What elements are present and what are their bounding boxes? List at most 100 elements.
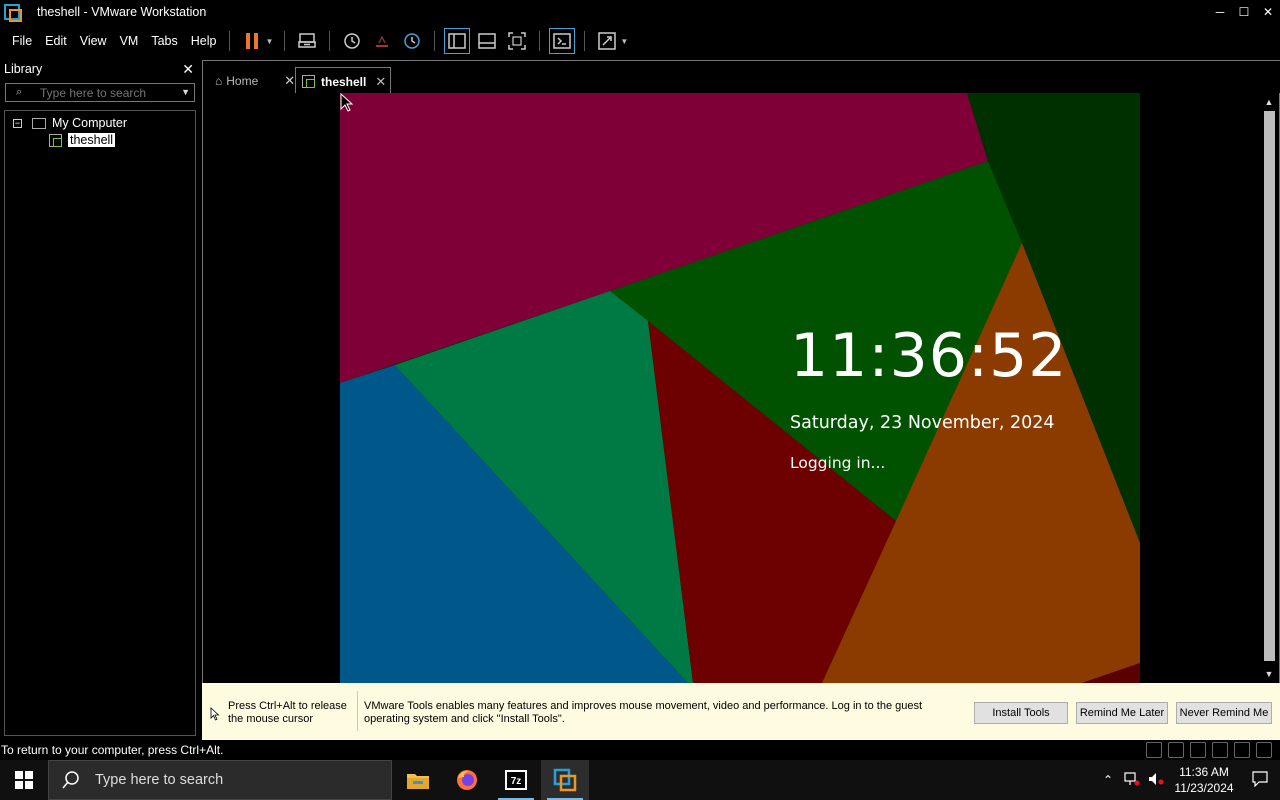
maximize-button[interactable]: ☐ <box>1232 0 1256 24</box>
menu-toolbar: File Edit View VM Tabs Help ▼ ▼ <box>0 24 1280 58</box>
collapse-icon[interactable]: − <box>13 118 22 128</box>
login-status: Logging in... <box>790 454 886 472</box>
7zip-icon: 7z <box>505 770 527 790</box>
message-log-icon[interactable] <box>1256 742 1272 758</box>
library-close-button[interactable]: ✕ <box>182 61 194 78</box>
taskbar-vmware[interactable] <box>541 760 589 800</box>
console-icon <box>553 33 572 49</box>
scroll-down-arrow-icon[interactable]: ▼ <box>1262 667 1276 681</box>
pause-vm-button[interactable] <box>239 28 265 54</box>
revert-snapshot-icon <box>376 35 389 47</box>
scroll-thumb[interactable] <box>1264 111 1275 661</box>
thumbnail-bar-icon <box>478 33 497 49</box>
cd-drive-icon[interactable] <box>1168 742 1184 758</box>
show-thumbnail-bar-button[interactable] <box>474 28 500 54</box>
windows-taskbar: Type here to search 7z ⌃ 11:36 AM 11/23/… <box>0 760 1280 800</box>
toolbar-separator <box>229 31 231 51</box>
snapshot-manager-icon <box>404 33 421 49</box>
snapshot-manager-button[interactable] <box>399 28 425 54</box>
console-view-button[interactable] <box>549 28 576 54</box>
menu-tabs[interactable]: Tabs <box>145 34 183 48</box>
start-button[interactable] <box>0 760 48 800</box>
stretch-guest-button[interactable] <box>594 28 620 54</box>
guest-lock-screen[interactable]: 11:36:52 Saturday, 23 November, 2024 Log… <box>340 93 1140 683</box>
menu-help[interactable]: Help <box>185 34 223 48</box>
install-tools-button[interactable]: Install Tools <box>974 702 1068 724</box>
tree-item-theshell[interactable]: theshell <box>49 133 116 147</box>
home-icon: ⌂ <box>215 74 223 88</box>
release-cursor-hint: Press Ctrl+Alt to release the mouse curs… <box>228 700 347 725</box>
revert-snapshot-button[interactable] <box>369 28 395 54</box>
pause-dropdown-arrow[interactable]: ▼ <box>265 37 273 46</box>
vmware-tools-message: VMware Tools enables many features and i… <box>364 700 923 725</box>
library-title: Library <box>4 62 43 76</box>
menu-edit[interactable]: Edit <box>39 34 73 48</box>
network-icon[interactable] <box>1120 771 1144 789</box>
stretch-icon <box>598 32 617 50</box>
title-bar: theshell - VMware Workstation ─ ☐ ✕ <box>0 0 1280 24</box>
keyboard-send-icon <box>298 33 317 48</box>
library-panel: Library ✕ ⌕ ▼ − My Computer theshell <box>0 58 200 740</box>
library-search-input[interactable] <box>40 85 170 100</box>
sound-card-icon[interactable] <box>1234 742 1250 758</box>
status-bar: To return to your computer, press Ctrl+A… <box>0 740 1280 760</box>
search-icon: ⌕ <box>16 86 23 98</box>
toolbar-separator <box>329 31 331 51</box>
menu-vm[interactable]: VM <box>114 34 145 48</box>
tree-item-my-computer[interactable]: − My Computer <box>13 116 127 130</box>
library-search[interactable]: ⌕ ▼ <box>5 83 195 102</box>
status-message: To return to your computer, press Ctrl+A… <box>1 743 224 757</box>
file-explorer-icon <box>407 774 429 789</box>
pointer-icon <box>210 707 220 721</box>
menu-view[interactable]: View <box>74 34 113 48</box>
tree-label-theshell: theshell <box>68 133 116 147</box>
hard-disk-icon[interactable] <box>1146 742 1162 758</box>
svg-text:7z: 7z <box>511 776 522 787</box>
computer-icon <box>32 117 46 129</box>
notification-center-icon[interactable] <box>1240 770 1280 790</box>
vm-icon <box>49 133 62 147</box>
snapshot-clock-icon <box>344 33 361 49</box>
minimize-button[interactable]: ─ <box>1208 0 1232 24</box>
close-window-button[interactable]: ✕ <box>1256 0 1280 24</box>
vmware-icon <box>553 768 577 792</box>
search-dropdown-icon[interactable]: ▼ <box>181 87 190 97</box>
tab-theshell-label: theshell <box>321 74 367 89</box>
taskbar-search-box[interactable]: Type here to search <box>48 760 392 800</box>
system-tray: ⌃ 11:36 AM 11/23/2024 <box>1096 760 1280 800</box>
full-screen-icon <box>508 32 527 50</box>
remind-me-later-button[interactable]: Remind Me Later <box>1076 702 1168 724</box>
chevron-up-icon[interactable]: ⌃ <box>1096 773 1120 787</box>
vmware-tools-hint-bar: Press Ctrl+Alt to release the mouse curs… <box>202 683 1280 740</box>
taskbar-file-explorer[interactable] <box>394 760 442 800</box>
network-adapter-icon[interactable] <box>1190 742 1206 758</box>
tree-label-my-computer: My Computer <box>52 116 128 130</box>
tab-home-close-button[interactable]: ✕ <box>284 73 295 89</box>
take-snapshot-button[interactable] <box>339 28 365 54</box>
taskbar-time: 11:36 AM <box>1179 765 1229 779</box>
usb-icon[interactable] <box>1212 742 1228 758</box>
taskbar-firefox[interactable] <box>443 760 491 800</box>
tab-theshell[interactable]: theshell ✕ <box>295 67 391 95</box>
show-library-button[interactable] <box>444 28 471 54</box>
lock-screen-time: 11:36:52 <box>790 321 1068 391</box>
window-controls: ─ ☐ ✕ <box>1208 0 1280 24</box>
mouse-cursor-icon <box>340 93 354 112</box>
tab-theshell-close-button[interactable]: ✕ <box>375 74 386 90</box>
menu-file[interactable]: File <box>6 34 38 48</box>
never-remind-me-button[interactable]: Never Remind Me <box>1176 702 1272 724</box>
taskbar-clock[interactable]: 11:36 AM 11/23/2024 <box>1168 764 1240 796</box>
hint-divider <box>357 691 358 731</box>
stretch-dropdown-arrow[interactable]: ▼ <box>620 37 628 46</box>
tab-home[interactable]: ⌂ Home ✕ <box>211 67 295 95</box>
notification-icon <box>1252 770 1268 787</box>
volume-muted-icon[interactable] <box>1144 772 1168 789</box>
send-ctrl-alt-del-button[interactable] <box>294 28 320 54</box>
vm-vertical-scrollbar[interactable]: ▲ ▼ <box>1260 93 1278 683</box>
scroll-up-arrow-icon[interactable]: ▲ <box>1262 95 1276 109</box>
full-screen-button[interactable] <box>504 28 530 54</box>
taskbar-search-placeholder: Type here to search <box>95 772 224 788</box>
search-icon <box>62 771 79 789</box>
toolbar-separator <box>434 31 436 51</box>
taskbar-7zip[interactable]: 7z <box>492 760 540 800</box>
